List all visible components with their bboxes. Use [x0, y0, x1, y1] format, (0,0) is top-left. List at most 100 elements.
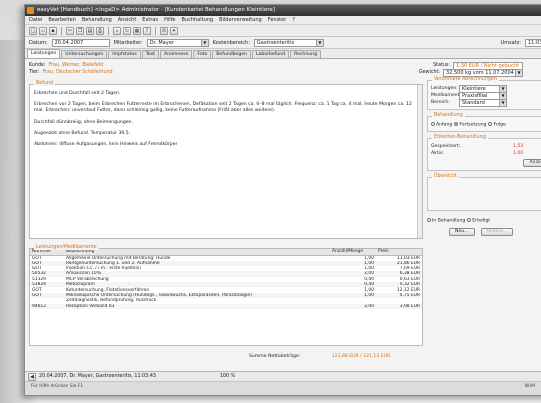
- aktiv-value: 1,00: [513, 151, 524, 156]
- gespeichert-kv: Gespeichert: 1,53: [431, 143, 541, 150]
- open-icon[interactable]: ▭: [39, 26, 47, 35]
- menu-help[interactable]: ?: [292, 17, 295, 23]
- menu-bilder[interactable]: Bilderverwaltung: [219, 17, 262, 23]
- app-window: easyVet [Handbuch] <IngaD> Administrator…: [24, 4, 541, 396]
- datum-field[interactable]: 20.04.2007: [51, 38, 110, 47]
- bereich-kv: Bereich: Standard ▼: [431, 98, 541, 107]
- toolbar-divider: [61, 26, 62, 35]
- bottom-strip: Für Hilfe drücken Sie F1 NUM: [25, 381, 541, 395]
- find-icon[interactable]: ⌕: [113, 26, 121, 35]
- refresh-icon[interactable]: ↻: [123, 26, 131, 35]
- tab-impfstatus[interactable]: Impfstatus: [108, 50, 141, 58]
- chevron-down-icon[interactable]: ▼: [200, 39, 208, 46]
- help-icon[interactable]: ?: [143, 26, 151, 35]
- title-bar: easyVet [Handbuch] <IngaD> Administrator…: [25, 5, 541, 16]
- summe-row: Summe Nettobeträge: 123,88 EUR / 121,13 …: [249, 354, 390, 359]
- behandlung-box: Behandlung Anfang Fortsetzung Folge: [427, 113, 541, 132]
- befund-scrollbar[interactable]: [417, 85, 422, 238]
- copy-icon[interactable]: ❐: [76, 26, 84, 35]
- menu-bearbeiten[interactable]: Bearbeiten: [48, 17, 75, 23]
- menu-datei[interactable]: Datei: [29, 17, 42, 23]
- tab-text[interactable]: Text: [141, 50, 160, 58]
- gespeichert-value: 1,53: [513, 144, 524, 149]
- tier-label: Tier:: [29, 70, 40, 75]
- table-row[interactable]: 94612 Rezeption Verband 03 2,00 3,98 EUR: [30, 303, 422, 310]
- toolbar-divider: [108, 26, 109, 35]
- radio-fortsetzung-label: Fortsetzung: [459, 122, 487, 128]
- tab-strip: Leistungen Untersuchungen Impfstatus Tex…: [25, 49, 541, 59]
- radio-anfang[interactable]: Anfang: [431, 121, 453, 128]
- paste-icon[interactable]: ▤: [86, 26, 94, 35]
- save-icon[interactable]: ▪: [49, 26, 57, 35]
- wizard-icon[interactable]: ✦: [170, 26, 178, 35]
- toolbar: □ ▭ ▪ ✂ ❐ ▤ ⎙ ⌕ ↻ ▦ ? ✉ ✦: [25, 25, 541, 37]
- radio-fortsetzung[interactable]: Fortsetzung: [454, 121, 487, 128]
- side-bereich-select[interactable]: Standard ▼: [459, 98, 507, 107]
- window-title: easyVet [Handbuch] <IngaD> Administrator…: [37, 7, 275, 13]
- tier-link[interactable]: Frau, Deutscher Schäferhund: [43, 70, 113, 75]
- radio-erledigt[interactable]: Erledigt: [467, 217, 491, 224]
- cell-bezeichnung: Rezeption Verband 03: [64, 303, 330, 310]
- menu-extras[interactable]: Extras: [142, 17, 158, 23]
- mitarbeiter-value: Dr. Mayer: [149, 39, 174, 46]
- radio-in-behandlung-label: In Behandlung: [432, 218, 466, 224]
- calendar-icon[interactable]: ▦: [133, 26, 141, 35]
- tab-untersuchungen[interactable]: Untersuchungen: [61, 50, 108, 58]
- side-column: Verordnete Abrechnungen Leistungen: Klein…: [427, 62, 541, 236]
- status-text: 20.04.2007, Dr. Mayer, Gastroenteritis, …: [39, 374, 156, 379]
- menu-ansicht[interactable]: Ansicht: [118, 17, 136, 23]
- tab-befundbogen[interactable]: Befundbogen: [212, 50, 251, 58]
- menu-bar: Datei Bearbeiten Behandlung Ansicht Extr…: [25, 16, 541, 25]
- neu-button[interactable]: Neu...: [449, 228, 475, 236]
- kunde-link[interactable]: Frau, Werner, Bielefeld: [49, 63, 104, 68]
- anzeigen-button[interactable]: Anzeigen...: [523, 159, 541, 167]
- befund-title: Befund: [34, 81, 56, 86]
- tab-anamnese[interactable]: Anamnese: [160, 50, 193, 58]
- gespeichert-label: Gespeichert:: [431, 144, 461, 149]
- bereich-select[interactable]: Gastroenteritis ▼: [253, 38, 324, 47]
- mitarbeiter-select[interactable]: Dr. Mayer ▼: [146, 38, 209, 47]
- tab-leistungen[interactable]: Leistungen: [27, 49, 61, 58]
- menu-hilfe[interactable]: Hilfe: [164, 17, 175, 23]
- tab-laborbefund[interactable]: Laborbefund: [252, 50, 290, 58]
- tab-foto[interactable]: Foto: [193, 50, 212, 58]
- aktiv-kv: Aktiv: 1,00: [431, 150, 541, 157]
- anzeigen-row: Anzeigen...: [431, 159, 541, 167]
- neu-andern-row: Neu... Ändern...: [427, 228, 541, 236]
- menu-fenster[interactable]: Fenster: [268, 17, 287, 23]
- tab-rechnung[interactable]: Rechnung: [290, 50, 321, 58]
- back-icon[interactable]: ◀: [28, 373, 36, 381]
- abrechnung-title: Verordnete Abrechnungen: [432, 77, 499, 82]
- befund-text[interactable]: Erbrechen und Durchfall seit 2 Tagen. Er…: [34, 91, 416, 153]
- print-icon[interactable]: ⎙: [96, 26, 104, 35]
- new-icon[interactable]: □: [29, 26, 37, 35]
- menu-behandlung[interactable]: Behandlung: [82, 17, 112, 23]
- app-icon: [27, 7, 34, 14]
- chevron-down-icon[interactable]: ▼: [315, 39, 323, 46]
- cell-anzahl: 2,00: [330, 303, 376, 310]
- mail-icon[interactable]: ✉: [160, 26, 168, 35]
- summe-label: Summe Nettobeträge:: [249, 354, 301, 359]
- befund-line: Erbrechen und Durchfall seit 2 Tagen.: [34, 91, 121, 96]
- cell-preis: 3,98 EUR: [376, 303, 422, 310]
- leistungen-label: Leistungen:: [431, 86, 458, 91]
- radio-erledigt-label: Erledigt: [472, 218, 491, 224]
- radio-in-behandlung[interactable]: In Behandlung: [427, 217, 466, 224]
- leistungen-table: Nummer Bezeichnung Anzahl/Menge Preis GO…: [30, 249, 422, 310]
- chevron-down-icon[interactable]: ▼: [499, 99, 506, 106]
- menu-buchhaltung[interactable]: Buchhaltung: [181, 17, 213, 23]
- bereich-label: Kostenbereich:: [212, 39, 250, 46]
- uebersicht-title: Übersicht: [432, 174, 459, 179]
- radio-anfang-label: Anfang: [436, 122, 453, 128]
- radio-folge[interactable]: Folge: [488, 121, 506, 127]
- mitarbeiter-label: Mitarbeiter:: [113, 39, 143, 46]
- etiketten-box: Etiketten-Behandlung Gespeichert: 1,53 Ak…: [427, 135, 541, 171]
- radio-selected-icon: [454, 121, 459, 126]
- umsatz-field[interactable]: 11:03:43: [525, 38, 541, 47]
- radio-icon: [431, 121, 435, 126]
- befund-panel[interactable]: Befund Erbrechen und Durchfall seit 2 Ta…: [29, 81, 423, 239]
- andern-button[interactable]: Ändern...: [480, 228, 514, 236]
- bottom-right: NUM: [524, 384, 535, 389]
- side-bereich-value: Standard: [462, 99, 485, 106]
- cut-icon[interactable]: ✂: [66, 26, 74, 35]
